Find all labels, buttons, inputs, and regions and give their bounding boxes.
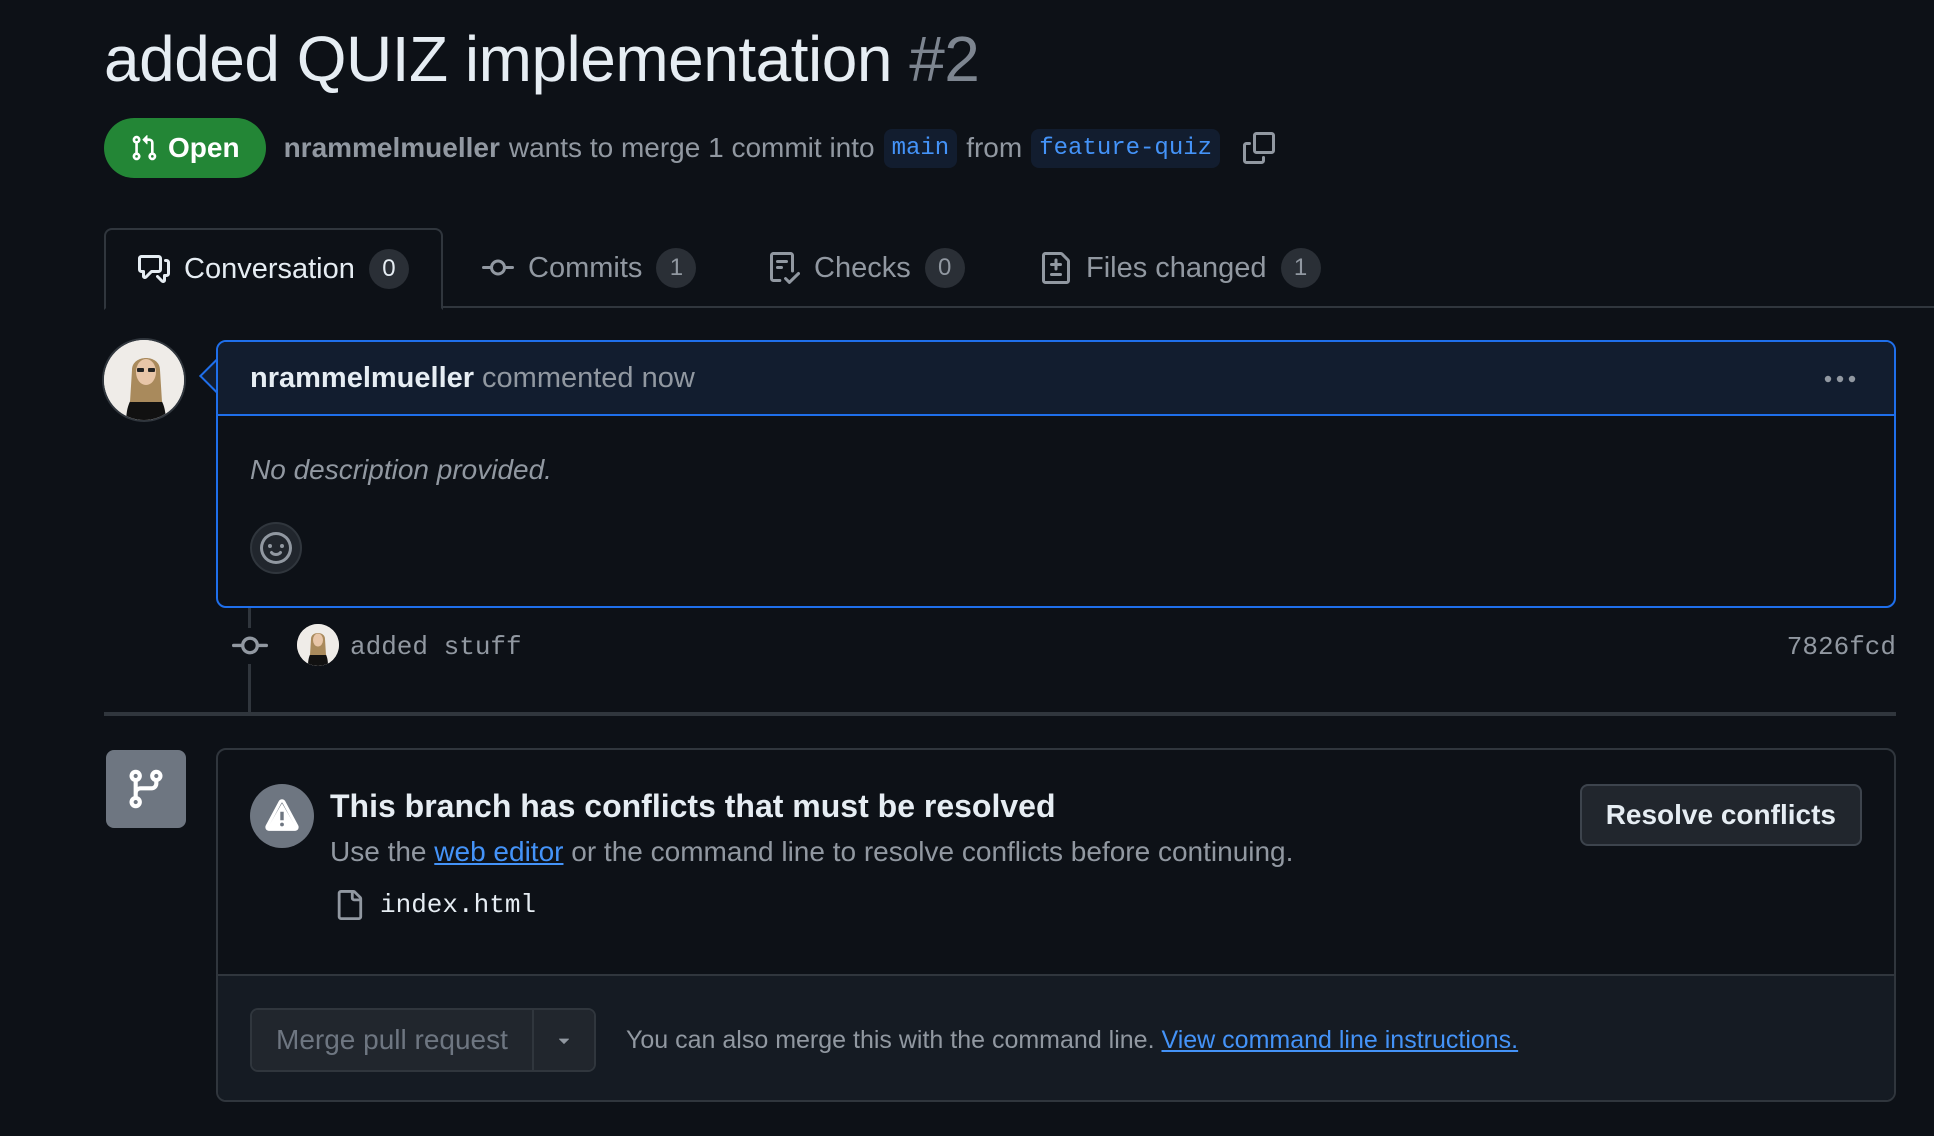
base-branch[interactable]: main: [883, 128, 958, 168]
conflicts-title: This branch has conflicts that must be r…: [330, 788, 1056, 824]
conflicting-file-name: index.html: [380, 890, 537, 920]
resolve-conflicts-button[interactable]: Resolve conflicts: [1579, 784, 1862, 846]
pr-status-line: Open nrammelmueller wants to merge 1 com…: [104, 118, 1276, 178]
merge-hint-text: You can also merge this with the command…: [626, 1026, 1155, 1054]
git-commit-icon: [232, 628, 268, 664]
git-pull-request-icon: [132, 135, 157, 161]
avatar-portrait: [297, 624, 339, 666]
state-badge-open: Open: [104, 118, 266, 178]
comment-header: nrammelmueller commented now: [218, 342, 1894, 416]
timeline-commit-item: added stuff 7826fcd: [232, 624, 1896, 672]
timeline-divider: [104, 712, 1896, 716]
author-avatar[interactable]: [102, 338, 186, 422]
comment-timestamp[interactable]: commented now: [482, 362, 695, 395]
kebab-horizontal-icon[interactable]: [1822, 364, 1858, 394]
merge-button-group: Merge pull request: [250, 1008, 596, 1072]
merge-from-text: from: [966, 132, 1023, 163]
conflicting-file: index.html: [334, 890, 536, 920]
tab-label: Commits: [528, 251, 643, 284]
git-commit-icon: [482, 259, 514, 276]
tab-conversation[interactable]: Conversation 0: [104, 228, 443, 310]
merge-method-dropdown[interactable]: [531, 1010, 594, 1070]
web-editor-link[interactable]: web editor: [434, 836, 563, 867]
head-branch[interactable]: feature-quiz: [1031, 128, 1221, 168]
pr-number: #2: [909, 23, 980, 95]
command-line-instructions-link[interactable]: View command line instructions.: [1161, 1026, 1518, 1054]
comment-discussion-icon: [138, 255, 170, 283]
merge-text: wants to merge 1 commit into: [508, 132, 875, 163]
tab-label: Checks: [814, 251, 911, 284]
pr-title-text: added QUIZ implementation: [104, 23, 892, 95]
file-diff-icon: [1042, 252, 1070, 284]
tab-commits[interactable]: Commits 1: [482, 228, 697, 308]
smiley-icon: [260, 532, 292, 564]
tab-label: Conversation: [184, 252, 355, 285]
tab-counter: 1: [656, 248, 697, 288]
conflicts-desc-prefix: Use the: [330, 836, 427, 867]
pr-description-comment: nrammelmueller commented now No descript…: [216, 340, 1896, 608]
tab-checks[interactable]: Checks 0: [768, 228, 965, 308]
alert-icon: [265, 799, 299, 831]
merge-pull-request-button[interactable]: Merge pull request: [252, 1010, 532, 1070]
merge-status-icon: [106, 750, 186, 828]
tab-counter: 0: [368, 249, 409, 289]
pr-author-link[interactable]: nrammelmueller: [284, 132, 500, 164]
conflicts-description: Use the web editor or the command line t…: [330, 836, 1293, 868]
avatar-portrait: [104, 340, 184, 420]
commit-sha-link[interactable]: 7826fcd: [1787, 632, 1896, 662]
conflicts-desc-suffix: or the command line to resolve conflicts…: [571, 836, 1294, 867]
state-label: Open: [168, 132, 240, 163]
tab-label: Files changed: [1086, 251, 1267, 284]
triangle-down-icon: [558, 1038, 569, 1044]
tab-files-changed[interactable]: Files changed 1: [1040, 228, 1321, 308]
merge-footer: Merge pull request You can also merge th…: [218, 974, 1894, 1100]
comment-body: No description provided.: [250, 454, 552, 485]
checklist-icon: [770, 252, 800, 284]
tab-counter: 0: [924, 248, 965, 288]
merge-hint: You can also merge this with the command…: [626, 1026, 1518, 1055]
alert-icon-circle: [250, 784, 314, 848]
pr-tabs: Conversation 0 Commits 1 Checks 0 Files …: [104, 228, 1934, 310]
merge-box: This branch has conflicts that must be r…: [216, 748, 1896, 1102]
copy-icon[interactable]: [1243, 132, 1276, 164]
add-reaction-button[interactable]: [250, 522, 302, 574]
commit-author-avatar[interactable]: [297, 624, 339, 666]
tab-counter: 1: [1280, 248, 1321, 288]
file-icon: [337, 890, 363, 920]
git-branch-icon: [129, 769, 163, 809]
comment-author[interactable]: nrammelmueller: [250, 362, 474, 395]
commit-message-link[interactable]: added stuff: [350, 632, 522, 662]
pr-title: added QUIZ implementation #2: [104, 22, 980, 96]
